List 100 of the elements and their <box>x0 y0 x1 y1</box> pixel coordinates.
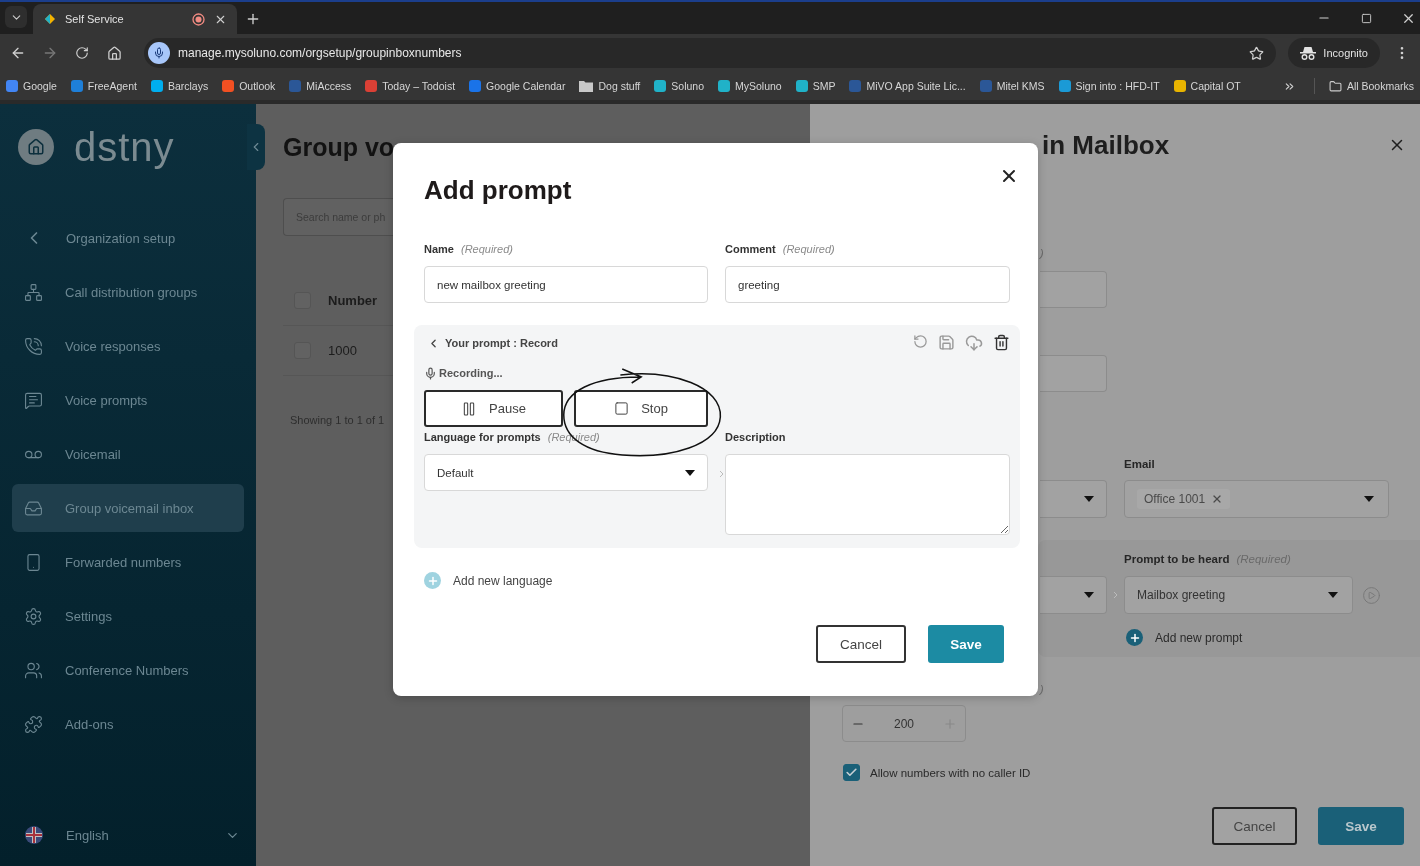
home-logo-icon[interactable] <box>18 129 54 165</box>
field-label: Description <box>725 430 787 444</box>
checkbox[interactable] <box>843 764 860 781</box>
dropdown-field[interactable] <box>1040 480 1107 518</box>
all-bookmarks-link[interactable]: All Bookmarks <box>1328 79 1414 93</box>
bookmark-link[interactable]: Capital OT <box>1173 80 1241 92</box>
table-cell: 1000 <box>328 343 357 358</box>
bookmark-link[interactable]: MiAccess <box>289 80 352 92</box>
cancel-button[interactable]: Cancel <box>816 625 906 663</box>
bookmark-link[interactable]: MySoluno <box>718 80 782 92</box>
nav-item[interactable]: Add-ons <box>12 700 244 748</box>
people-icon <box>24 660 43 680</box>
bookmark-link[interactable]: MiVO App Suite Lic... <box>849 80 966 92</box>
prompt-select[interactable]: Mailbox greeting <box>1124 576 1353 614</box>
column-header: Number <box>328 293 378 308</box>
caret-icon <box>1364 496 1374 502</box>
flag-icon <box>24 825 44 845</box>
field-label: Name <box>424 242 454 256</box>
plus-icon <box>245 11 261 27</box>
language-selector[interactable]: English <box>0 808 256 862</box>
message-icon <box>24 390 43 410</box>
bookmark-link[interactable]: Sign into : HFD-IT <box>1058 80 1160 92</box>
field-label: Comment <box>725 242 776 256</box>
required-hint: (Required) <box>782 242 835 256</box>
nav-item[interactable]: Call distribution groups <box>12 268 244 316</box>
incognito-icon <box>1300 46 1317 60</box>
stop-icon <box>614 401 630 416</box>
bookmark-link[interactable]: Dog stuff <box>579 80 641 92</box>
nav-item[interactable]: Conference Numbers <box>12 646 244 694</box>
caret-icon <box>685 469 695 476</box>
save-button[interactable]: Save <box>1318 807 1404 845</box>
reload-icon <box>75 46 89 60</box>
panel-title: in Mailbox <box>1042 129 1171 161</box>
pause-button[interactable]: Pause <box>424 390 563 427</box>
browser-tab[interactable]: Self Service <box>33 4 237 34</box>
collapse-sidebar-button[interactable] <box>247 124 265 170</box>
prompt-mode-link[interactable]: Your prompt : Record <box>424 336 558 350</box>
bookmark-link[interactable]: Google Calendar <box>469 80 566 92</box>
text-field[interactable] <box>1040 355 1107 392</box>
stop-button[interactable]: Stop <box>574 390 708 427</box>
nodes-icon <box>24 282 43 302</box>
back-nav-item[interactable]: Organization setup <box>12 214 244 262</box>
description-field[interactable] <box>725 454 1010 535</box>
language-select[interactable]: Default <box>424 454 708 491</box>
label-fragment: ) <box>1040 246 1045 260</box>
cancel-button[interactable]: Cancel <box>1212 807 1297 845</box>
home-icon <box>106 45 122 61</box>
caller-id-checkbox[interactable]: Allow numbers with no caller ID <box>843 764 1404 781</box>
bookmark-link[interactable]: Soluno <box>654 80 704 92</box>
trash-icon[interactable] <box>993 334 1010 351</box>
url-text: manage.mysoluno.com/orgsetup/groupinboxnumbers <box>178 46 463 60</box>
phone-icon <box>24 552 43 572</box>
caret-icon <box>1084 592 1094 598</box>
nav-item[interactable]: Forwarded numbers <box>12 538 244 586</box>
star-icon <box>1248 45 1264 61</box>
recording-icon <box>192 12 205 26</box>
nav-item[interactable]: Voicemail <box>12 430 244 478</box>
save-button[interactable]: Save <box>928 625 1004 663</box>
check-icon <box>845 766 858 779</box>
dropdown-field[interactable] <box>1040 576 1107 614</box>
save-icon[interactable] <box>938 334 955 351</box>
bookmark-link[interactable]: Google <box>6 80 57 92</box>
bookmark-link[interactable]: Barclays <box>150 80 209 92</box>
page-title: Group vo <box>283 132 393 163</box>
incognito-button[interactable]: Incognito <box>1288 38 1380 68</box>
cloud-download-icon[interactable] <box>965 334 983 352</box>
bookmark-link[interactable]: SMP <box>795 80 836 92</box>
nav-item[interactable]: Voice responses <box>12 322 244 370</box>
brand-logo: dstny <box>74 124 175 170</box>
plus-circle-icon <box>1126 629 1143 646</box>
gear-icon <box>24 606 43 626</box>
puzzle-icon <box>24 714 43 734</box>
phone-icon <box>24 336 43 356</box>
label-fragment: ) <box>1040 682 1045 696</box>
mic-icon <box>424 366 437 380</box>
address-bar[interactable]: manage.mysoluno.com/orgsetup/groupinboxnumbers <box>144 38 1277 68</box>
undo-icon[interactable] <box>913 334 928 349</box>
favicon-icon <box>43 12 57 26</box>
email-select[interactable]: Office 1001 <box>1124 480 1389 518</box>
nav-item[interactable]: Settings <box>12 592 244 640</box>
caret-icon <box>1084 496 1094 502</box>
field-label: Language for prompts <box>424 430 541 444</box>
plus-circle-icon <box>424 572 441 589</box>
recipient-chip: Office 1001 <box>1137 489 1231 509</box>
text-field[interactable] <box>1040 271 1107 308</box>
tab-search-button[interactable] <box>5 6 27 28</box>
text-field[interactable]: greeting <box>725 266 1010 303</box>
number-stepper[interactable]: 200 <box>842 705 966 742</box>
maximize-icon <box>1360 12 1372 24</box>
bookmark-link[interactable]: FreeAgent <box>70 80 137 92</box>
bookmark-link[interactable]: Today – Todoist <box>365 80 456 92</box>
tab-title: Self Service <box>65 13 125 25</box>
nav-item[interactable]: Voice prompts <box>12 376 244 424</box>
add-prompt-link[interactable]: Add new prompt <box>1126 629 1420 646</box>
chevron-icon <box>719 470 725 478</box>
bookmark-link[interactable]: Mitel KMS <box>979 80 1045 92</box>
text-field[interactable]: new mailbox greeting <box>424 266 708 303</box>
home-icon <box>27 138 45 156</box>
add-language-link[interactable]: Add new language <box>424 572 1010 589</box>
bookmark-link[interactable]: Outlook <box>222 80 276 92</box>
